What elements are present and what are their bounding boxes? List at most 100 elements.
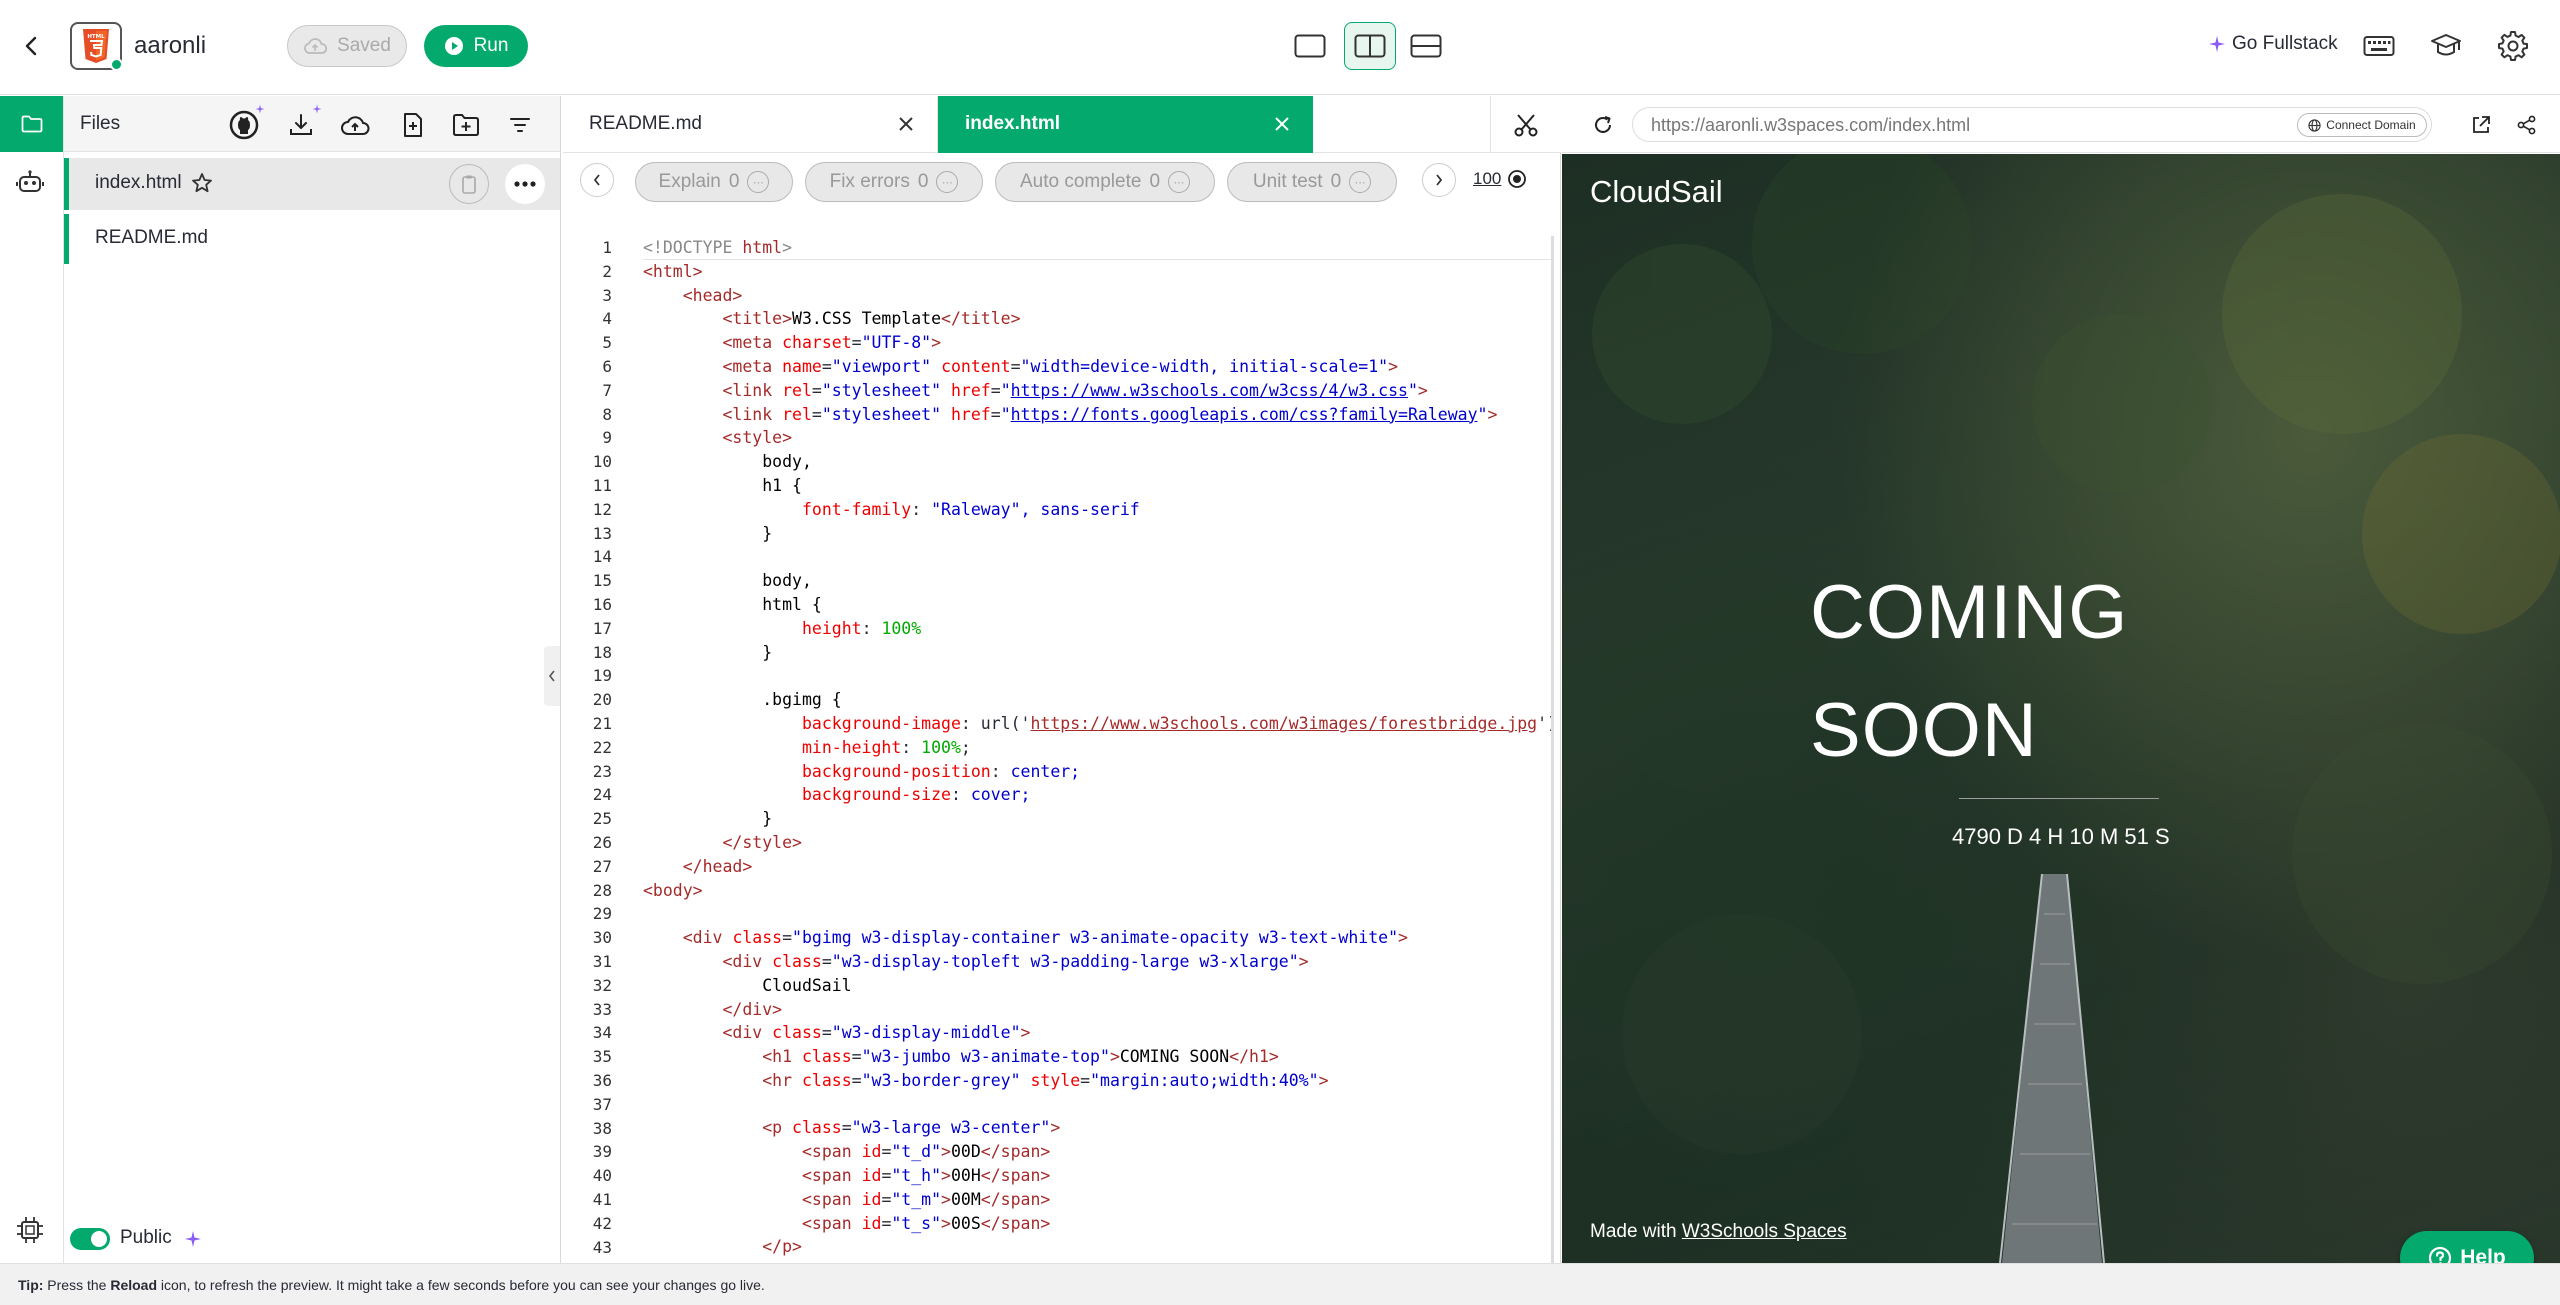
file-panel: Files index.html README.md Public — [64, 96, 561, 1263]
line-number: 31 — [592, 952, 612, 971]
file-more-button[interactable] — [505, 164, 545, 204]
ai-assistant-button[interactable] — [10, 162, 50, 202]
line-number: 17 — [592, 618, 612, 638]
editor-scrollbar[interactable] — [1551, 236, 1554, 1263]
upload-button[interactable] — [336, 106, 374, 144]
public-label: Public — [120, 1227, 172, 1248]
split-rows-icon — [1410, 34, 1442, 58]
filter-button[interactable] — [501, 106, 539, 144]
close-icon[interactable] — [1274, 116, 1290, 132]
open-new-tab-button[interactable] — [2464, 108, 2498, 142]
preview-pane: https://aaronli.w3spaces.com/index.html … — [1562, 96, 2560, 1285]
line-number: 39 — [592, 1142, 612, 1162]
heading-line-2: SOON — [1810, 688, 2038, 773]
code-line: <span id="t_m">00M</span> — [801, 1189, 1051, 1209]
ai-scroll-left-button[interactable] — [580, 163, 614, 197]
online-status-dot — [110, 58, 123, 71]
project-name[interactable]: aaronli — [134, 32, 206, 60]
line-number: 5 — [602, 333, 612, 353]
settings-button[interactable] — [2493, 26, 2533, 66]
code-line: .bgimg { — [643, 690, 842, 710]
left-rail — [0, 96, 64, 1263]
star-icon[interactable] — [191, 172, 213, 194]
layout-split-vertical-button[interactable] — [1344, 22, 1396, 70]
learn-button[interactable] — [2426, 26, 2466, 66]
credits-value: 100 — [1473, 169, 1502, 188]
tab-label: README.md — [589, 113, 702, 134]
token-icon: ⋯ — [936, 171, 959, 193]
tab-index-html[interactable]: index.html — [938, 96, 1313, 153]
made-with-footer: Made with W3Schools Spaces — [1590, 1221, 1847, 1243]
share-button[interactable] — [2510, 108, 2544, 142]
unit-test-button[interactable]: Unit test 0 ⋯ — [1227, 162, 1397, 202]
sparkle-icon — [312, 104, 322, 114]
code-line: <h1 class="w3-jumbo w3-animate-top">COMI… — [762, 1047, 1279, 1067]
tip-text-1: Press the — [43, 1276, 111, 1293]
download-button[interactable] — [282, 104, 322, 144]
github-button[interactable] — [225, 104, 265, 144]
site-brand: CloudSail — [1590, 174, 1723, 209]
coming-soon-heading: COMING SOON — [1810, 554, 2128, 790]
tab-readme-md[interactable]: README.md — [563, 96, 938, 153]
connect-domain-button[interactable]: Connect Domain — [2297, 113, 2427, 137]
collapse-panel-handle[interactable] — [544, 646, 560, 706]
sparkle-icon — [185, 1231, 201, 1247]
robot-icon — [16, 170, 44, 192]
saved-label: Saved — [337, 35, 391, 56]
code-line: <body> — [643, 880, 703, 900]
code-line: <meta charset="UTF-8"> — [722, 333, 942, 353]
explain-button[interactable]: Explain 0 ⋯ — [635, 162, 793, 202]
public-toggle[interactable] — [70, 1228, 110, 1250]
ai-scroll-right-button[interactable] — [1422, 163, 1456, 197]
line-number: 37 — [592, 1094, 612, 1114]
file-row-index-html[interactable]: index.html — [64, 158, 560, 210]
scissors-icon — [1514, 113, 1537, 136]
format-code-button[interactable] — [1490, 96, 1560, 153]
backend-chip-button[interactable] — [12, 1212, 48, 1248]
code-line: <link rel="stylesheet" href="https://www… — [722, 380, 1428, 400]
credits-counter[interactable]: 100 — [1473, 169, 1527, 189]
line-number: 29 — [592, 904, 612, 924]
file-row-readme-md[interactable]: README.md — [64, 214, 560, 264]
go-fullstack-button[interactable]: Go Fullstack — [2208, 33, 2338, 55]
url-bar[interactable]: https://aaronli.w3spaces.com/index.html … — [1632, 107, 2432, 142]
copy-file-button[interactable] — [449, 164, 489, 204]
filter-icon — [510, 118, 530, 132]
token-icon: ⋯ — [747, 171, 770, 193]
code-line: <link rel="stylesheet" href="https://fon… — [722, 404, 1498, 424]
fix-errors-button[interactable]: Fix errors 0 ⋯ — [805, 162, 983, 202]
code-area[interactable]: 1 2 3 4 5 6 7 8 9 10 11 12 13 14 15 16 17 18 19 20 21 22 23 24 2… — [563, 236, 1553, 1263]
code-line: <meta name="viewport" content="width=dev… — [722, 356, 1399, 376]
graduation-cap-icon — [2431, 34, 2461, 56]
files-toggle-button[interactable] — [0, 96, 63, 152]
layout-split-horizontal-button[interactable] — [1406, 26, 1446, 66]
code-line: <title>W3.CSS Template</title> — [722, 309, 1021, 329]
line-number: 15 — [592, 571, 612, 591]
code-line: <span id="t_h">00H</span> — [801, 1166, 1051, 1186]
new-file-button[interactable] — [394, 106, 432, 144]
close-icon[interactable] — [898, 116, 914, 132]
tip-bar: Tip: Press the Reload icon, to refresh t… — [0, 1263, 2560, 1305]
code-line: <span id="t_s">00S</span> — [801, 1213, 1051, 1233]
run-button[interactable]: Run — [424, 25, 528, 67]
back-arrow-icon[interactable] — [14, 28, 50, 64]
code-editor-pane: README.md index.html Explain 0 ⋯ Fix error… — [563, 96, 1561, 1263]
reload-button[interactable] — [1586, 108, 1620, 142]
code-line: height: 100% — [801, 618, 922, 638]
new-folder-icon — [453, 114, 479, 136]
countdown-timer: 4790 D 4 H 10 M 51 S — [1952, 824, 2170, 849]
new-folder-button[interactable] — [447, 106, 485, 144]
keyboard-shortcuts-button[interactable] — [2360, 28, 2398, 64]
heading-line-1: COMING — [1810, 570, 2129, 655]
line-number: 41 — [592, 1190, 612, 1209]
auto-complete-count: 0 — [1149, 171, 1161, 192]
files-title: Files — [80, 113, 121, 134]
layout-editor-only-button[interactable] — [1290, 26, 1330, 66]
auto-complete-button[interactable]: Auto complete 0 ⋯ — [995, 162, 1215, 202]
code-line: min-height: 100%; — [801, 737, 971, 757]
code-line: </head> — [682, 856, 753, 876]
site-preview: CloudSail COMING SOON 4790 D 4 H 10 M 51… — [1562, 154, 2560, 1263]
w3schools-spaces-link[interactable]: W3Schools Spaces — [1682, 1221, 1847, 1242]
